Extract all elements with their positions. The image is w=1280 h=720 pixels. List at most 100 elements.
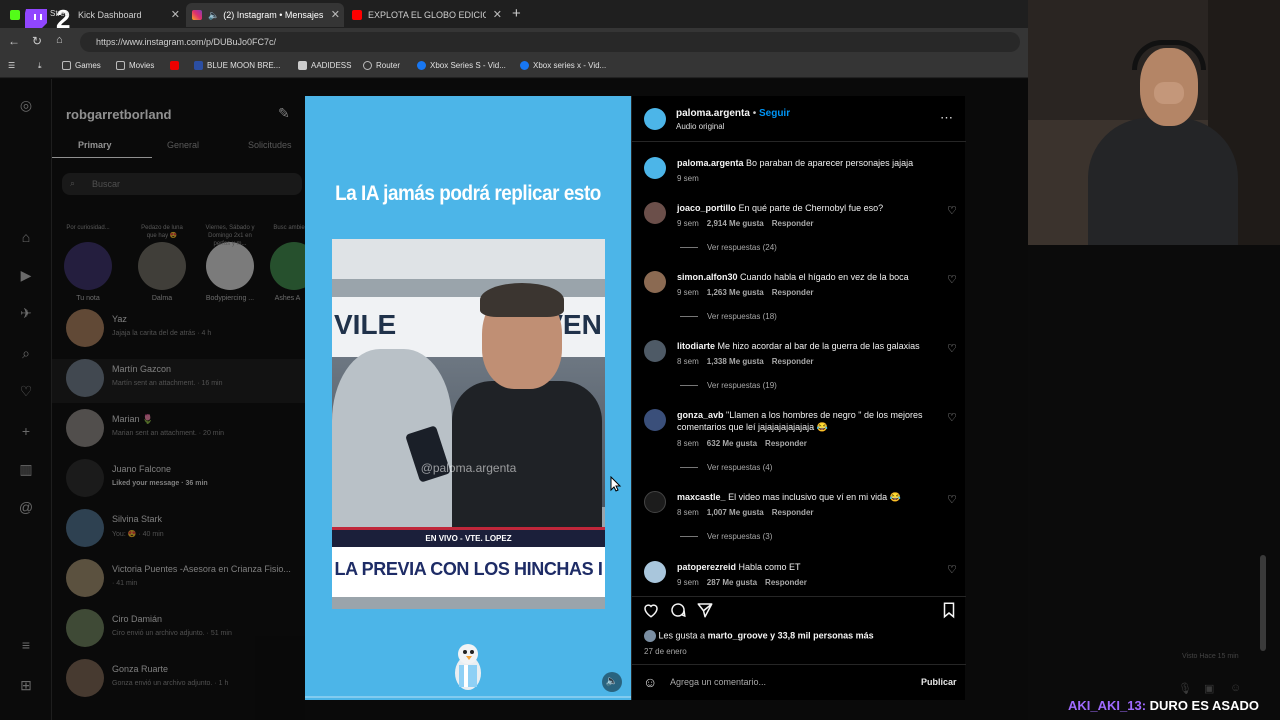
close-icon[interactable]: ✕ (331, 8, 340, 21)
bookmark-xbox-x[interactable]: Xbox series x - Vid... (520, 61, 606, 70)
bookmark-youtube[interactable] (170, 61, 179, 70)
url-field[interactable]: https://www.instagram.com/p/DUBuJo0FC7c/ (80, 32, 1020, 52)
thread-item[interactable]: Ciro Damián Ciro envió un archivo adjunt… (66, 609, 306, 653)
comment-user[interactable]: gonza_avb (677, 410, 724, 420)
comment-likes[interactable]: 287 Me gusta (707, 578, 757, 587)
reload-icon[interactable]: ↻ (32, 34, 42, 48)
comment-input[interactable]: Agrega un comentario... (670, 677, 910, 687)
apps-icon[interactable]: ⊞ (18, 677, 34, 693)
view-replies-button[interactable]: Ver respuestas (24) (680, 243, 777, 252)
heart-icon[interactable]: ♡ (947, 343, 959, 355)
close-icon[interactable]: ✕ (171, 8, 180, 21)
reply-button[interactable]: Responder (772, 357, 814, 366)
likes-summary[interactable]: Les gusta a marto_groove y 33,8 mil pers… (644, 630, 874, 642)
create-icon[interactable]: + (18, 423, 34, 439)
comment-likes[interactable]: 1,338 Me gusta (707, 357, 764, 366)
author-name[interactable]: paloma.argenta (676, 108, 750, 119)
follow-button[interactable]: Seguir (759, 108, 790, 119)
author-avatar[interactable] (644, 108, 666, 130)
comment-icon[interactable] (669, 601, 687, 619)
avatar[interactable] (644, 340, 666, 362)
mute-icon[interactable]: 🔈 (602, 672, 622, 692)
comment-user[interactable]: litodiarte (677, 341, 715, 351)
instagram-icon[interactable]: ◎ (18, 97, 34, 113)
comment-user[interactable]: maxcastle_ (677, 492, 726, 502)
heart-icon[interactable]: ♡ (947, 564, 959, 576)
tab-youtube[interactable]: EXPLOTA EL GLOBO EDICION ESP ✕ (346, 3, 506, 27)
new-tab-icon[interactable]: + (512, 5, 521, 22)
bookmark-games[interactable]: Games (62, 61, 101, 70)
thread-item[interactable]: Silvina Stark You: 😍 · 40 min (66, 509, 306, 553)
home-icon[interactable]: ⌂ (18, 229, 34, 245)
download-icon[interactable]: ⤓ (38, 61, 42, 71)
avatar[interactable] (644, 561, 666, 583)
more-icon[interactable]: ≡ (18, 637, 34, 653)
reels-icon[interactable]: ▶ (18, 267, 34, 283)
dashboard-icon[interactable]: ▥ (18, 461, 34, 477)
bookmark-router[interactable]: Router (363, 61, 400, 70)
notifications-icon[interactable]: ♡ (18, 383, 34, 399)
scrollbar[interactable] (1260, 555, 1266, 651)
comment-likes[interactable]: 1,263 Me gusta (707, 288, 764, 297)
note-item[interactable]: Pedazo de luna que hay 😍 Dalma (136, 224, 188, 302)
avatar[interactable] (644, 491, 666, 513)
like-icon[interactable] (642, 601, 660, 619)
reply-button[interactable]: Responder (765, 578, 807, 587)
comment-user[interactable]: paloma.argenta (677, 158, 744, 168)
video-progress[interactable] (305, 696, 631, 698)
menu-icon[interactable]: ☰ (8, 61, 15, 70)
back-icon[interactable]: ← (8, 34, 20, 48)
search-input[interactable]: ⌕ Buscar (62, 173, 302, 195)
bookmark-blue-moon[interactable]: BLUE MOON BRE... (194, 61, 280, 70)
reply-button[interactable]: Responder (772, 219, 814, 228)
view-replies-button[interactable]: Ver respuestas (3) (680, 532, 772, 541)
tab-requests[interactable]: Solicitudes (248, 140, 292, 150)
thread-item[interactable]: Marian 🌷 Marian sent an attachment. · 20… (66, 409, 306, 453)
thread-item[interactable]: Yaz Jajaja la carita del de atrás · 4 h (66, 309, 306, 353)
comment-likes[interactable]: 1,007 Me gusta (707, 508, 764, 517)
tab-instagram[interactable]: 🔈 (2) Instagram • Mensajes ✕ (186, 3, 344, 27)
home-icon[interactable]: ⌂ (56, 34, 63, 46)
comment-likes[interactable]: 2,914 Me gusta (707, 219, 764, 228)
audio-label[interactable]: Audio original (676, 122, 724, 131)
view-replies-button[interactable]: Ver respuestas (4) (680, 463, 772, 472)
reel-video[interactable]: La IA jamás podrá replicar esto VILE NVE… (305, 96, 631, 700)
avatar[interactable] (644, 271, 666, 293)
comment-likes[interactable]: 632 Me gusta (707, 439, 757, 448)
more-options-icon[interactable]: ⋯ (940, 110, 953, 126)
messages-icon[interactable]: ✈ (18, 305, 34, 321)
emoji-icon[interactable]: ☺ (643, 674, 657, 690)
bookmark-aadidess[interactable]: AADIDESS (298, 61, 351, 70)
tab-primary[interactable]: Primary (78, 140, 112, 150)
comment-user[interactable]: simon.alfon30 (677, 272, 738, 282)
reply-button[interactable]: Responder (765, 439, 807, 448)
search-icon[interactable]: ⌕ (18, 345, 34, 361)
heart-icon[interactable]: ♡ (947, 494, 959, 506)
bookmark-xbox-s[interactable]: Xbox Series S - Vid... (417, 61, 506, 70)
comment-user[interactable]: patoperezreid (677, 562, 736, 572)
account-name[interactable]: robgarretborland (66, 107, 171, 122)
close-icon[interactable]: ✕ (493, 8, 502, 21)
note-item[interactable]: Busc ambie CAB Ashes A (270, 224, 305, 302)
bookmark-movies[interactable]: Movies (116, 61, 154, 70)
heart-icon[interactable]: ♡ (947, 274, 959, 286)
threads-icon[interactable]: @ (18, 499, 34, 515)
publish-button[interactable]: Publicar (921, 677, 957, 687)
save-icon[interactable] (940, 601, 958, 619)
heart-icon[interactable]: ♡ (947, 205, 959, 217)
thread-item[interactable]: Victoria Puentes -Asesora en Crianza Fis… (66, 559, 306, 603)
reply-button[interactable]: Responder (772, 508, 814, 517)
heart-icon[interactable]: ♡ (947, 412, 959, 424)
view-replies-button[interactable]: Ver respuestas (19) (680, 381, 777, 390)
view-replies-button[interactable]: Ver respuestas (18) (680, 312, 777, 321)
comment-user[interactable]: joaco_portillo (677, 203, 736, 213)
likes-count[interactable]: y 33,8 mil personas más (770, 630, 874, 640)
avatar[interactable] (644, 157, 666, 179)
note-item[interactable]: Viernes, Sábado y Domingo 2x1 en perfos … (204, 224, 256, 302)
likes-user[interactable]: marto_groove (708, 630, 768, 640)
thread-item[interactable]: Juano Falcone Liked your message · 36 mi… (66, 459, 306, 503)
avatar[interactable] (644, 409, 666, 431)
note-item[interactable]: Por curiosidad... Tu nota (62, 224, 114, 302)
share-icon[interactable] (696, 601, 714, 619)
avatar[interactable] (644, 202, 666, 224)
